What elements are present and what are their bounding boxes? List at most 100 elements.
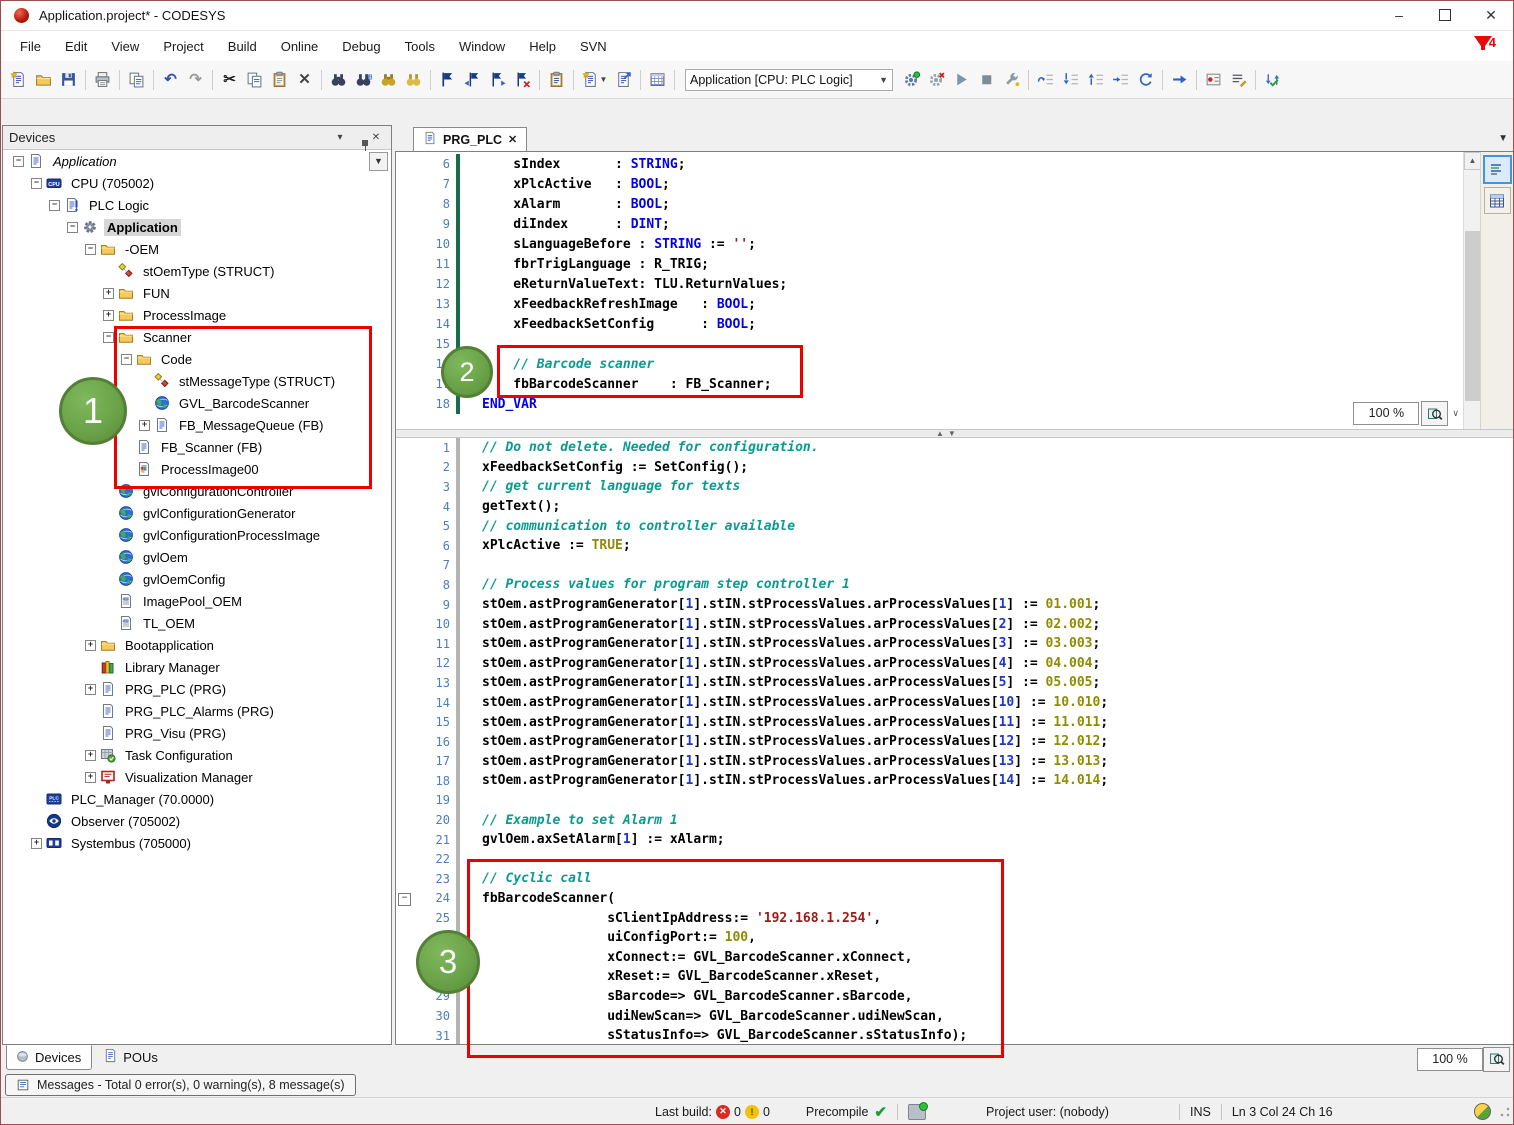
notification-area[interactable]: 4 [1474, 35, 1496, 50]
tree-expander-icon[interactable]: − [13, 156, 24, 167]
tree-expander-icon[interactable]: + [85, 772, 96, 783]
logout-button[interactable] [924, 67, 949, 93]
build-button[interactable] [645, 67, 670, 93]
menu-debug[interactable]: Debug [330, 35, 392, 58]
print-button[interactable] [90, 67, 115, 93]
previous-bookmark-button[interactable] [460, 67, 485, 93]
copy-button[interactable] [242, 67, 267, 93]
menu-tools[interactable]: Tools [393, 35, 447, 58]
zoom-dropdown-icon[interactable]: ∨ [1452, 408, 1459, 419]
tab-list-dropdown-icon[interactable]: ▼ [1498, 133, 1508, 144]
next-bookmark-button[interactable] [485, 67, 510, 93]
tree-item-tl-oem[interactable]: TL_OEM [3, 612, 391, 634]
tree-expander-icon[interactable]: − [103, 332, 114, 343]
tree-expander-icon[interactable]: + [103, 288, 114, 299]
implementation-pane[interactable]: 1// Do not delete. Needed for configurat… [396, 438, 1513, 1044]
tree-item-gvlconfigurationgenerator[interactable]: gvlConfigurationGenerator [3, 502, 391, 524]
tree-item-processimage00[interactable]: ProcessImage00 [3, 458, 391, 480]
tree-item-fb-scanner-fb[interactable]: FB_Scanner (FB) [3, 436, 391, 458]
zoom-level-bottom[interactable]: 100 % [1417, 1048, 1483, 1071]
tab-close-icon[interactable]: ✕ [508, 133, 517, 146]
menu-help[interactable]: Help [517, 35, 568, 58]
input-assistant-button[interactable] [544, 67, 569, 93]
replace-pou-button[interactable] [401, 67, 426, 93]
textual-view-button[interactable] [1483, 155, 1512, 184]
tree-item-prg-visu-prg[interactable]: PRG_Visu (PRG) [3, 722, 391, 744]
tree-item-prg-plc-alarms-prg[interactable]: PRG_PLC_Alarms (PRG) [3, 700, 391, 722]
tree-expander-icon[interactable]: − [85, 244, 96, 255]
tree-expander-icon[interactable]: + [103, 310, 114, 321]
tree-item-fun[interactable]: +FUN [3, 282, 391, 304]
menu-svn[interactable]: SVN [568, 35, 619, 58]
messages-bar[interactable]: Messages - Total 0 error(s), 0 warning(s… [5, 1074, 356, 1096]
fold-collapse-icon[interactable]: − [398, 893, 411, 906]
replace-button[interactable]: B [351, 67, 376, 93]
menu-build[interactable]: Build [216, 35, 269, 58]
tree-item-code[interactable]: −Code [3, 348, 391, 370]
menu-file[interactable]: File [8, 35, 53, 58]
cut-button[interactable]: ✂ [217, 67, 242, 93]
tree-item-gvloemconfig[interactable]: gvlOemConfig [3, 568, 391, 590]
zoom-level-top[interactable]: 100 % [1353, 402, 1419, 425]
tree-item-gvlconfigurationprocessimage[interactable]: gvlConfigurationProcessImage [3, 524, 391, 546]
tree-item-gvlconfigurationcontroller[interactable]: gvlConfigurationController [3, 480, 391, 502]
tree-item-observer-705002[interactable]: Observer (705002) [3, 810, 391, 832]
step-over-button[interactable] [1033, 67, 1058, 93]
run-to-cursor-button[interactable] [1108, 67, 1133, 93]
tree-item-oem[interactable]: −-OEM [3, 238, 391, 260]
tree-item-scanner[interactable]: −Scanner [3, 326, 391, 348]
combo-dropdown-icon[interactable]: ▼ [879, 75, 888, 85]
stop-button[interactable] [974, 67, 999, 93]
tree-item-task-configuration[interactable]: +Task Configuration [3, 744, 391, 766]
scroll-up-icon[interactable]: ▲ [1464, 152, 1481, 170]
maximize-button[interactable] [1422, 0, 1468, 30]
menu-project[interactable]: Project [151, 35, 215, 58]
menu-online[interactable]: Online [269, 35, 331, 58]
dropdown-arrow-icon[interactable]: ▼ [600, 75, 608, 84]
tree-expander-icon[interactable]: + [85, 684, 96, 695]
declaration-pane[interactable]: 6 sIndex : STRING;7 xPlcActive : BOOL;8 … [396, 152, 1513, 429]
minimize-button[interactable]: – [1376, 0, 1422, 30]
menu-view[interactable]: View [99, 35, 151, 58]
scrollbar-thumb[interactable] [1465, 231, 1480, 401]
menu-window[interactable]: Window [447, 35, 517, 58]
tree-item-plc-manager-70-0000[interactable]: PLCPLC_Manager (70.0000) [3, 788, 391, 810]
panel-tab-pous[interactable]: POUs [94, 1045, 169, 1070]
new-object-button[interactable]: ▼ [578, 67, 611, 93]
tree-item-application[interactable]: −Application [3, 216, 391, 238]
tree-expander-icon[interactable]: − [49, 200, 60, 211]
online-config-mode-button[interactable] [999, 67, 1024, 93]
tree-item-stoemtype-struct[interactable]: stOemType (STRUCT) [3, 260, 391, 282]
device-select-dropdown[interactable]: ▼ [369, 152, 388, 171]
tree-item-imagepool-oem[interactable]: ImagePool_OEM [3, 590, 391, 612]
resize-grip[interactable] [1499, 1106, 1511, 1118]
tree-expander-icon[interactable]: + [139, 420, 150, 431]
clear-bookmarks-button[interactable] [510, 67, 535, 93]
start-button[interactable] [949, 67, 974, 93]
open-project-button[interactable] [31, 67, 56, 93]
delete-button[interactable]: ✕ [292, 67, 317, 93]
save-project-button[interactable] [56, 67, 81, 93]
tab-prg-plc[interactable]: PRG_PLC ✕ [413, 127, 527, 151]
tree-expander-icon[interactable]: − [31, 178, 42, 189]
tree-item-processimage[interactable]: +ProcessImage [3, 304, 391, 326]
panel-menu-icon[interactable]: ▾ [331, 132, 349, 143]
splitter-arrows-icon[interactable]: ▲▼ [936, 430, 956, 438]
panel-close-icon[interactable]: ✕ [367, 132, 385, 143]
paste-button[interactable] [267, 67, 292, 93]
tree-expander-icon[interactable]: − [67, 222, 78, 233]
declaration-scrollbar[interactable]: ▲ [1463, 152, 1481, 429]
redo-button[interactable]: ↷ [183, 67, 208, 93]
tree-item-gvloem[interactable]: gvlOem [3, 546, 391, 568]
undo-button[interactable]: ↶ [158, 67, 183, 93]
pane-splitter[interactable]: ▲▼ [396, 429, 1513, 438]
tree-item-library-manager[interactable]: Library Manager [3, 656, 391, 678]
insert-mode[interactable]: INS [1190, 1105, 1211, 1119]
panel-tab-devices[interactable]: Devices [6, 1045, 92, 1070]
login-button[interactable] [899, 67, 924, 93]
call-stack-button[interactable] [1226, 67, 1251, 93]
tree-item-systembus-705000[interactable]: +Systembus (705000) [3, 832, 391, 854]
tree-item-bootapplication[interactable]: +Bootapplication [3, 634, 391, 656]
tree-item-stmessagetype-struct[interactable]: stMessageType (STRUCT) [3, 370, 391, 392]
tree-expander-icon[interactable]: + [85, 640, 96, 651]
